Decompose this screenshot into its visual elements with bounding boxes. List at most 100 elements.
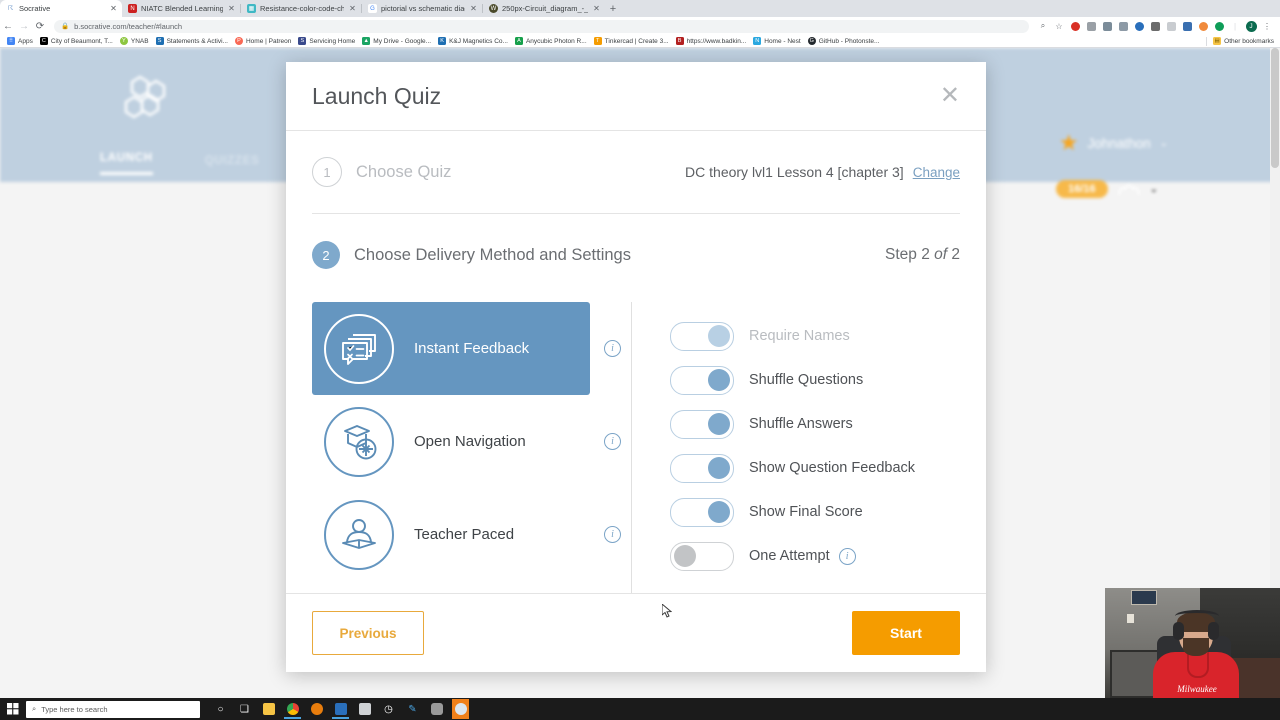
extension-flame-icon[interactable] — [1197, 20, 1210, 33]
step-1-row: 1 Choose Quiz DC theory lvl1 Lesson 4 [c… — [312, 131, 960, 214]
extension-red-icon[interactable] — [1069, 20, 1082, 33]
toggle-shuffle-answers[interactable] — [670, 409, 734, 439]
nav-tab-launch[interactable]: LAUNCH — [100, 152, 153, 175]
bookmark-anycubic[interactable]: A Anycubic Photon R... — [514, 37, 587, 45]
extension-copy-icon[interactable] — [1101, 20, 1114, 33]
scrollbar-thumb[interactable] — [1271, 48, 1279, 168]
open-navigation-icon — [324, 406, 394, 477]
toggle-require-names[interactable] — [670, 321, 734, 351]
info-icon-open-navigation[interactable]: i — [604, 433, 621, 450]
search-input[interactable]: ⌕ Type here to search — [26, 700, 200, 718]
bookmark-home-nest[interactable]: N Home - Nest — [753, 37, 801, 45]
bookmark-ynab[interactable]: Y YNAB — [119, 37, 149, 45]
info-icon-one-attempt[interactable]: i — [838, 547, 856, 565]
socrative-room-info[interactable]: 16/16 ⌄ — [1056, 180, 1158, 198]
cura-icon[interactable] — [356, 699, 373, 719]
tab-strip: ☈ Socrative ✕ N NIATC Blended Learning L… — [0, 0, 1280, 17]
info-icon-teacher-paced[interactable]: i — [604, 526, 621, 543]
method-open-navigation[interactable]: Open Navigation i — [312, 395, 621, 488]
info-icon-instant-feedback[interactable]: i — [604, 340, 621, 357]
clock-icon[interactable]: ◷ — [380, 699, 397, 719]
cortana-icon[interactable]: ○ — [212, 699, 229, 719]
headphone-band — [1175, 610, 1219, 622]
extension-grey-icon[interactable] — [1085, 20, 1098, 33]
task-view-icon[interactable]: ❏ — [236, 699, 253, 719]
bookmark-badkin[interactable]: Bhttps://www.badkin... — [675, 37, 747, 45]
outlook-icon[interactable] — [332, 699, 349, 719]
launch-quiz-modal: Launch Quiz ✕ 1 Choose Quiz DC theory lv… — [286, 62, 986, 672]
extension-globe-icon[interactable] — [1133, 20, 1146, 33]
close-icon[interactable]: ✕ — [469, 4, 478, 13]
extension-book-icon[interactable] — [1165, 20, 1178, 33]
nav-tab-quizzes[interactable]: QUIZZES — [205, 155, 260, 175]
browser-tab-3[interactable]: G pictorial vs schematic diagram - ✕ — [362, 0, 482, 17]
webcam-overlay: Milwaukee — [1105, 588, 1280, 698]
tab-title: Resistance-color-code-chart-with — [260, 4, 344, 13]
toggle-show-final-score[interactable] — [670, 497, 734, 527]
close-icon[interactable]: ✕ — [227, 4, 236, 13]
step-2-right: Step 2 of 2 — [885, 246, 960, 264]
toggle-label-one-attempt: One Attempt — [749, 548, 830, 564]
bookmark-label: https://www.badkin... — [686, 37, 747, 45]
change-quiz-link[interactable]: Change — [913, 165, 960, 180]
chrome-icon[interactable] — [284, 699, 301, 719]
bookmark-city-of-beaumont[interactable]: C City of Beaumont, T... — [39, 37, 113, 45]
new-tab-button[interactable]: + — [605, 0, 621, 17]
back-button[interactable]: ← — [0, 18, 16, 34]
toggle-shuffle-questions[interactable] — [670, 365, 734, 395]
close-icon[interactable]: ✕ — [109, 4, 118, 13]
method-instant-feedback[interactable]: Instant Feedback i — [312, 302, 621, 395]
browser-tab-2[interactable]: ▦ Resistance-color-code-chart-with ✕ — [241, 0, 361, 17]
photoshop-icon[interactable] — [428, 699, 445, 719]
bookmark-kj-magnetics[interactable]: K K&J Magnetics Co... — [438, 37, 508, 45]
address-bar[interactable]: 🔒 b.socrative.com/teacher/#launch — [54, 19, 1029, 33]
zoom-icon[interactable]: ⌕ — [1037, 20, 1050, 33]
browser-tab-0[interactable]: ☈ Socrative ✕ — [0, 0, 122, 17]
step-1-right: DC theory lvl1 Lesson 4 [chapter 3] Chan… — [685, 164, 960, 180]
toggle-show-question-feedback[interactable] — [670, 453, 734, 483]
extension-bars-icon[interactable] — [1181, 20, 1194, 33]
start-button[interactable]: Start — [852, 611, 960, 655]
avatar[interactable]: J — [1245, 20, 1258, 33]
previous-button[interactable]: Previous — [312, 611, 424, 655]
toggle-one-attempt[interactable] — [670, 541, 734, 571]
bookmark-tinkercad[interactable]: T Tinkercad | Create 3... — [593, 37, 669, 45]
niatc-icon: N — [128, 4, 137, 13]
star-icon[interactable]: ☆ — [1053, 20, 1066, 33]
method-teacher-paced[interactable]: Teacher Paced i — [312, 488, 621, 581]
kebab-menu-icon[interactable]: ⋮ — [1261, 20, 1274, 33]
socrative-user-menu[interactable]: ★ Johnathon ⌄ — [1059, 132, 1168, 154]
bookmark-patreon[interactable]: P Home | Patreon — [234, 37, 291, 45]
modal-body: 1 Choose Quiz DC theory lvl1 Lesson 4 [c… — [286, 131, 986, 593]
extension-monitor-icon[interactable] — [1149, 20, 1162, 33]
chevron-down-icon[interactable]: ⌄ — [1160, 138, 1168, 149]
file-explorer-icon[interactable] — [260, 699, 277, 719]
obs-icon[interactable] — [452, 699, 469, 719]
close-icon[interactable]: ✕ — [592, 4, 601, 13]
page-title: Launch Quiz — [312, 82, 442, 109]
windows-start-icon[interactable] — [0, 698, 26, 720]
headphone-left-cup — [1173, 622, 1184, 640]
forward-button[interactable]: → — [16, 18, 32, 34]
blender-icon[interactable] — [308, 699, 325, 719]
close-icon[interactable]: ✕ — [940, 84, 960, 108]
bookmark-apps[interactable]: ⠿ Apps — [7, 37, 33, 45]
socrative-main-nav[interactable]: LAUNCH QUIZZES — [100, 152, 260, 175]
room-chevron-down-icon[interactable]: ⌄ — [1150, 184, 1158, 195]
toggle-label-show-question-feedback: Show Question Feedback — [749, 460, 916, 476]
browser-tab-1[interactable]: N NIATC Blended Learning Log in ✕ — [122, 0, 240, 17]
search-placeholder: Type here to search — [41, 704, 108, 714]
socrative-icon: ☈ — [6, 4, 15, 13]
other-bookmarks-button[interactable]: ▤ Other bookmarks — [1206, 36, 1274, 46]
bookmark-statements[interactable]: S Statements & Activi... — [155, 37, 228, 45]
reload-button[interactable]: ⟳ — [32, 18, 48, 34]
bookmark-github[interactable]: G GitHub - Photonste... — [807, 37, 879, 45]
extension-green-icon[interactable] — [1213, 20, 1226, 33]
close-icon[interactable]: ✕ — [348, 4, 357, 13]
bookmark-label: Apps — [18, 37, 33, 45]
bookmark-servicing-home[interactable]: S Servicing Home — [298, 37, 355, 45]
paint-icon[interactable]: ✎ — [404, 699, 421, 719]
browser-tab-4[interactable]: W 250px-Circuit_diagram_-_pictori ✕ — [483, 0, 605, 17]
bookmark-my-drive[interactable]: ▲ My Drive - Google... — [362, 37, 431, 45]
extension-screen-icon[interactable] — [1117, 20, 1130, 33]
